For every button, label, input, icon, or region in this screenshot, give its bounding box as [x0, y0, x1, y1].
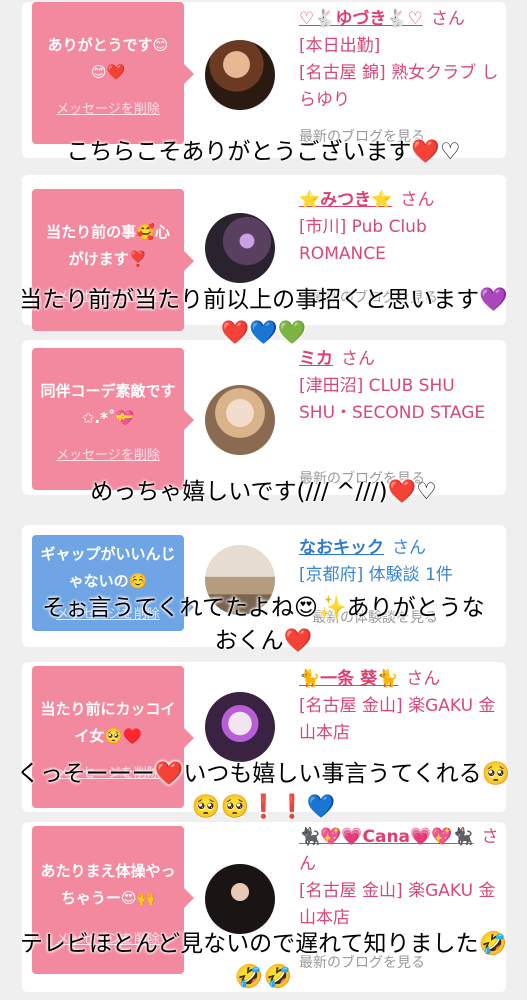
- sender-info: 🐈一条 葵🐈 さん [名古屋 金山] 楽GAKU 金山本店: [299, 666, 504, 747]
- message-text: ありがとうです😊😊❤️: [47, 36, 169, 81]
- message-bubble: ありがとうです😊😊❤️ メッセージを削除: [32, 2, 194, 144]
- honorific: さん: [430, 9, 465, 29]
- avatar[interactable]: [205, 692, 275, 762]
- honorific: さん: [400, 190, 435, 210]
- message-text: ギャップがいいんじゃないの☺️: [40, 545, 176, 590]
- sender-shop[interactable]: [名古屋 錦] 熟女クラブ しらゆり: [299, 60, 504, 114]
- avatar[interactable]: [205, 40, 275, 110]
- message-text: 当たり前にカッコイイ女🥺♥️: [40, 700, 176, 745]
- avatar[interactable]: [205, 385, 275, 455]
- sender-name[interactable]: なおキック: [299, 538, 384, 558]
- sender-shop[interactable]: [津田沼] CLUB SHU SHU・SECOND STAGE: [299, 373, 504, 427]
- sender-name[interactable]: 🐈一条 葵🐈: [299, 669, 398, 689]
- message-text: あたりまえ体操やっちゃうー😍🙌: [40, 862, 176, 907]
- sender-review-count[interactable]: [京都府] 体験談 1件: [299, 562, 504, 589]
- sender-status: [本日出勤]: [299, 36, 381, 56]
- sender-name[interactable]: ミカ: [299, 349, 333, 369]
- sender-info: なおキック さん [京都府] 体験談 1件: [299, 535, 504, 589]
- sender-shop[interactable]: [名古屋 金山] 楽GAKU 金山本店: [299, 693, 504, 747]
- avatar[interactable]: [205, 864, 275, 934]
- sender-name[interactable]: ⭐️みつき⭐️: [299, 190, 392, 210]
- reply-caption: こちらこそありがとうございます❤️♡: [66, 139, 461, 165]
- honorific: さん: [341, 349, 375, 369]
- avatar[interactable]: [205, 213, 275, 283]
- sender-info: ♡🐇ゆづき🐇♡ さん [本日出勤] [名古屋 錦] 熟女クラブ しらゆり: [299, 6, 504, 114]
- sender-shop[interactable]: [市川] Pub Club ROMANCE: [299, 214, 504, 268]
- sender-shop[interactable]: [名古屋 金山] 楽GAKU 金山本店: [299, 878, 504, 932]
- honorific: さん: [392, 538, 426, 558]
- message-text: 当たり前の事🥰心がけます❣️: [46, 223, 170, 268]
- sender-info: 🐈‍⬛💖💗Cana💗💖🐈‍⬛ さん [名古屋 金山] 楽GAKU 金山本店: [299, 824, 504, 932]
- delete-message-link[interactable]: メッセージを削除: [32, 102, 184, 118]
- message-card: ありがとうです😊😊❤️ メッセージを削除 ♡🐇ゆづき🐇♡ さん [本日出勤] [名…: [22, 2, 506, 158]
- sender-name[interactable]: 🐈‍⬛💖💗Cana💗💖🐈‍⬛: [299, 827, 474, 847]
- reply-caption: そぉ言うてくれてたよね😍✨ありがとうなおくん❤️: [42, 595, 485, 654]
- reply-caption: くっそーーー❤️いつも嬉しい事言うてくれる🥺🥺🥺❗️❗️💙: [16, 761, 511, 820]
- sender-info: ミカ さん [津田沼] CLUB SHU SHU・SECOND STAGE: [299, 346, 504, 427]
- sender-info: ⭐️みつき⭐️ さん [市川] Pub Club ROMANCE: [299, 187, 504, 268]
- reply-caption: 当たり前が当たり前以上の事招くと思います💜❤️💙💚: [19, 287, 508, 346]
- honorific: さん: [406, 669, 441, 689]
- reply-caption: テレビほとんど見ないので遅れて知りました🤣🤣🤣: [19, 931, 508, 990]
- sender-name[interactable]: ♡🐇ゆづき🐇♡: [299, 9, 423, 29]
- reply-caption: めっちゃ嬉しいです(/// ^///)❤️♡: [90, 479, 437, 505]
- message-card: 同伴コーデ素敵です✩.*˚💝 メッセージを削除 ミカ さん [津田沼] CLUB …: [22, 340, 506, 495]
- delete-message-link[interactable]: メッセージを削除: [32, 448, 184, 464]
- message-text: 同伴コーデ素敵です✩.*˚💝: [40, 382, 176, 427]
- message-bubble: 同伴コーデ素敵です✩.*˚💝 メッセージを削除: [32, 348, 194, 490]
